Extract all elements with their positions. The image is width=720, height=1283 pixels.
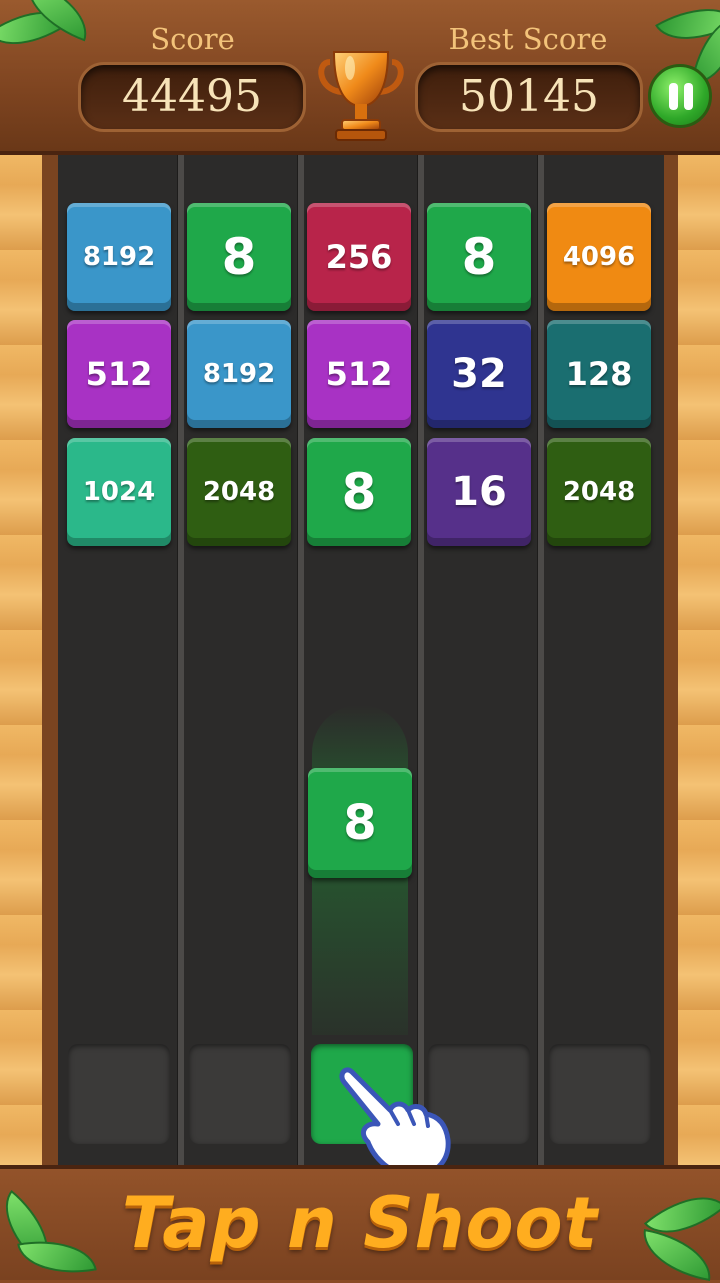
score-value: 44495	[78, 62, 306, 132]
tile-c3-r3: 8	[307, 438, 411, 546]
shooter-slot-1[interactable]	[68, 1044, 170, 1144]
trophy-icon	[318, 51, 404, 141]
top-bar: Score 44495 Best Score 50145	[0, 0, 720, 155]
wood-panel-left	[0, 155, 45, 1165]
tile-c1-r3: 1024	[67, 438, 171, 546]
pause-button[interactable]	[648, 64, 712, 128]
tile-c4-r3: 16	[427, 438, 531, 546]
shooter-slot-5[interactable]	[549, 1044, 651, 1144]
tile-c2-r2: 8192	[187, 320, 291, 428]
best-score-label: Best Score	[448, 22, 608, 56]
tile-c3-r2: 512	[307, 320, 411, 428]
tile-c4-r1: 8	[427, 203, 531, 311]
tile-c4-r2: 32	[427, 320, 531, 428]
tile-c5-r2: 128	[547, 320, 651, 428]
best-score-value: 50145	[415, 62, 643, 132]
flying-tile: 8	[308, 768, 412, 878]
tile-c2-r1: 8	[187, 203, 291, 311]
tile-c5-r3: 2048	[547, 438, 651, 546]
tile-c2-r3: 2048	[187, 438, 291, 546]
tile-c3-r1: 256	[307, 203, 411, 311]
pause-icon	[669, 83, 678, 110]
tile-c1-r2: 512	[67, 320, 171, 428]
tile-c5-r1: 4096	[547, 203, 651, 311]
shooter-slot-2[interactable]	[189, 1044, 291, 1144]
score-label: Score	[150, 22, 235, 56]
tap-n-shoot-banner: Tap n Shoot	[121, 1182, 599, 1264]
pointing-hand-icon	[339, 1067, 451, 1179]
tile-c1-r1: 8192	[67, 203, 171, 311]
wood-panel-right	[675, 155, 720, 1165]
